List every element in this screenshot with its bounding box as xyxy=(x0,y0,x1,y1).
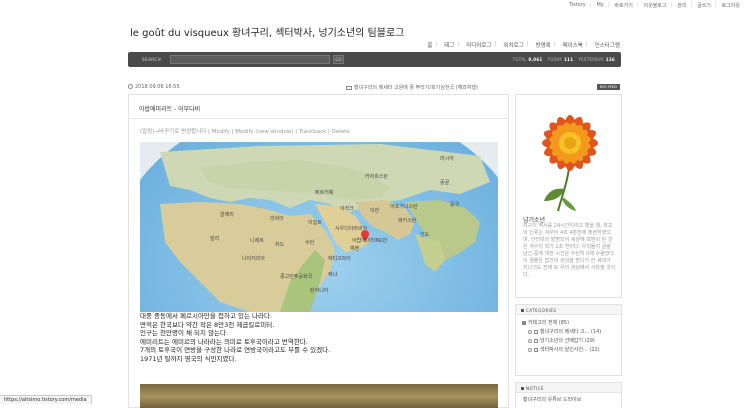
topbar-my-link[interactable]: My xyxy=(596,2,603,8)
map-label: 이라크 xyxy=(340,205,354,212)
profile-description: 지구의 역사를 24시간이라고 했을 때, 최초의 인류는 겨우의 4초 4분전… xyxy=(523,223,616,278)
post-category-link[interactable]: 황녀구리의 메세타 고원에 꽃 뿌리기/호기심천국 (해외여행) xyxy=(354,85,478,91)
map-label: 이집트 xyxy=(308,219,322,226)
bullet-icon xyxy=(521,387,524,390)
visitor-stats: TOTAL 9,061 TODAY 111 YESTERDAY 126 xyxy=(512,57,615,62)
body-line: 7개의 토후국이 연방을 구성한 나라로 연방국이라고도 부를 수 있겠다. xyxy=(140,346,331,354)
category-item[interactable]: 황녀구리의 메세타 고... (14) xyxy=(522,328,621,337)
map-label: 예멘 xyxy=(350,245,360,252)
map-label: 케냐 xyxy=(328,271,338,278)
browser-status-bar: https://altsimo.tistory.com/media xyxy=(0,395,92,404)
post-body: 대중 중동에서 페르시아만을 접하고 있는 나라다. 면적은 한국보다 약간 작… xyxy=(140,312,330,363)
map-label: 말리 xyxy=(210,235,219,242)
category-list: 카테고리 전체 (85) 황녀구리의 메세타 고... (14) 넝기소년의 선… xyxy=(516,315,621,355)
topbar-admin-link[interactable]: 관리 xyxy=(677,2,686,9)
category-box: CATEGORIES 카테고리 전체 (85) 황녀구리의 메세타 고... (… xyxy=(515,304,622,376)
notice-box: NOTICE 황녀구리의 유튜브 드라이브 xyxy=(515,382,622,408)
world-map-graphic: 러시아 카자흐스탄 몽골 튀르키예 이란 이라크 아프가니스탄 파키스탄 이집트… xyxy=(140,142,498,312)
flower-profile-image xyxy=(522,101,617,211)
map-label: 러시아 xyxy=(440,155,454,162)
profile-box: 넝기소년 지구의 역사를 24시간이라고 했을 때, 최초의 인류는 겨우의 4… xyxy=(515,94,622,298)
category-icon xyxy=(522,320,526,325)
search-input[interactable] xyxy=(170,55,330,64)
body-line: 에미리트는 에미르의 나라라는 의미로 토후국이라고 번역한다. xyxy=(140,337,308,346)
map-label: 콩고민주공화국 xyxy=(280,273,313,280)
notice-item[interactable]: 황녀구리의 유튜브 드라이브 xyxy=(516,393,621,403)
post-container: 아랍에미리트 - 어부다비 (알람)→바꾸기로 변경합니다 | Modify |… xyxy=(128,94,509,408)
post-admin-links[interactable]: (알람)→바꾸기로 변경합니다 | Modify | Modify (new w… xyxy=(140,127,350,135)
category-item-all[interactable]: 카테고리 전체 (85) xyxy=(522,319,621,328)
map-label: 에티오피아 xyxy=(328,255,351,262)
clock-icon xyxy=(128,84,133,89)
map-label: 중국 xyxy=(450,202,460,208)
body-line: 면적은 한국보다 약간 작은 8만3천 제곱킬로미터. xyxy=(140,320,275,329)
folder-icon xyxy=(346,85,352,90)
main-nav: 홈 | 태그 | 미디어로그 | 위치로그 | 방명록 | 페이스북 | 인스타그램 xyxy=(427,41,620,49)
body-line: 1971년 탈까지 영국의 식민지였다. xyxy=(140,354,237,363)
topbar-neighbor-link[interactable]: 이웃블로그 xyxy=(644,2,667,9)
stat-today: 111 xyxy=(564,57,574,62)
search-button[interactable]: GO xyxy=(333,55,344,64)
map-label: 나이지리아 xyxy=(242,255,265,262)
folder-icon xyxy=(534,338,538,343)
category-item[interactable]: 넝기소년의 선배갑기 (29) xyxy=(522,337,621,346)
map-label: 알제리 xyxy=(220,211,234,218)
map-label: 리비아 xyxy=(270,215,284,222)
post-meta: 2018.09.06 16:55 황녀구리의 메세타 고원에 꽃 뿌리기/호기심… xyxy=(128,84,620,94)
search-label: SEARCH xyxy=(142,57,162,62)
body-line: 대중 중동에서 페르시아만을 접하고 있는 나라다. xyxy=(140,312,272,320)
map-label: 파키스탄 xyxy=(398,217,417,224)
topbar-logout-link[interactable]: 로그아웃 xyxy=(722,2,740,9)
map-label: 수단 xyxy=(305,239,315,246)
map-label: 차드 xyxy=(275,241,285,248)
topbar-tistory-link[interactable]: Tistory xyxy=(569,2,586,8)
nav-facebook[interactable]: 페이스북 xyxy=(563,41,583,49)
toggle-circle-icon[interactable] xyxy=(528,338,532,343)
map-image: 러시아 카자흐스탄 몽골 튀르키예 이란 이라크 아프가니스탄 파키스탄 이집트… xyxy=(140,142,498,312)
map-label: 탄자니아 xyxy=(310,287,329,294)
folder-icon xyxy=(534,347,538,352)
notice-header: NOTICE xyxy=(516,383,621,393)
stat-total: 9,061 xyxy=(528,57,543,62)
toggle-circle-icon[interactable] xyxy=(528,347,532,352)
map-label: 카자흐스탄 xyxy=(365,173,388,180)
nav-tag[interactable]: 태그 xyxy=(444,41,454,49)
folder-icon xyxy=(534,329,538,334)
nav-home[interactable]: 홈 xyxy=(427,41,432,49)
divider xyxy=(129,118,508,119)
map-label: 아랍에미리트 xyxy=(352,237,380,244)
map-label: 몽골 xyxy=(440,180,450,186)
nav-locationlog[interactable]: 위치로그 xyxy=(503,41,523,49)
body-line: 인구는 천만명이 채 되지 않는다. xyxy=(140,329,229,337)
map-label: 튀르키예 xyxy=(315,189,334,196)
search-bar: SEARCH GO TOTAL 9,061 TODAY 111 YESTERDA… xyxy=(128,52,621,67)
nav-instagram[interactable]: 인스타그램 xyxy=(595,41,620,49)
category-item[interactable]: 섹터박사의 살인사건... (22) xyxy=(522,346,621,355)
topbar-shortcut-link[interactable]: 바로가기 xyxy=(614,2,632,9)
post-title: 아랍에미리트 - 어부다비 xyxy=(139,106,201,113)
nav-medialog[interactable]: 미디어로그 xyxy=(466,41,491,49)
blog-title[interactable]: le goût du visqueux 황녀구리, 섹터박사, 넝기소년의 팀블… xyxy=(130,24,404,39)
toggle-circle-icon[interactable] xyxy=(528,329,532,334)
category-header: CATEGORIES xyxy=(516,305,621,315)
stat-yesterday: 126 xyxy=(605,57,615,62)
map-label: 아프가니스탄 xyxy=(390,203,418,210)
map-label: 니제르 xyxy=(250,237,264,244)
map-label: 인도 xyxy=(420,231,430,238)
map-label: 사우디아라비아 xyxy=(335,225,368,232)
post-image-2 xyxy=(140,384,498,408)
nav-guestbook[interactable]: 방명록 xyxy=(536,41,551,49)
rss-feed-button[interactable]: RSS FEED xyxy=(596,84,620,90)
top-utility-bar: Tistory | My | 바로가기 | 이웃블로그 | 관리 | 글쓰기 | 로그아웃 xyxy=(568,2,740,9)
map-label: 이란 xyxy=(370,207,380,214)
bullet-icon xyxy=(521,309,524,312)
topbar-write-link[interactable]: 글쓰기 xyxy=(697,2,711,9)
post-date: 2018.09.06 16:55 xyxy=(135,84,180,90)
